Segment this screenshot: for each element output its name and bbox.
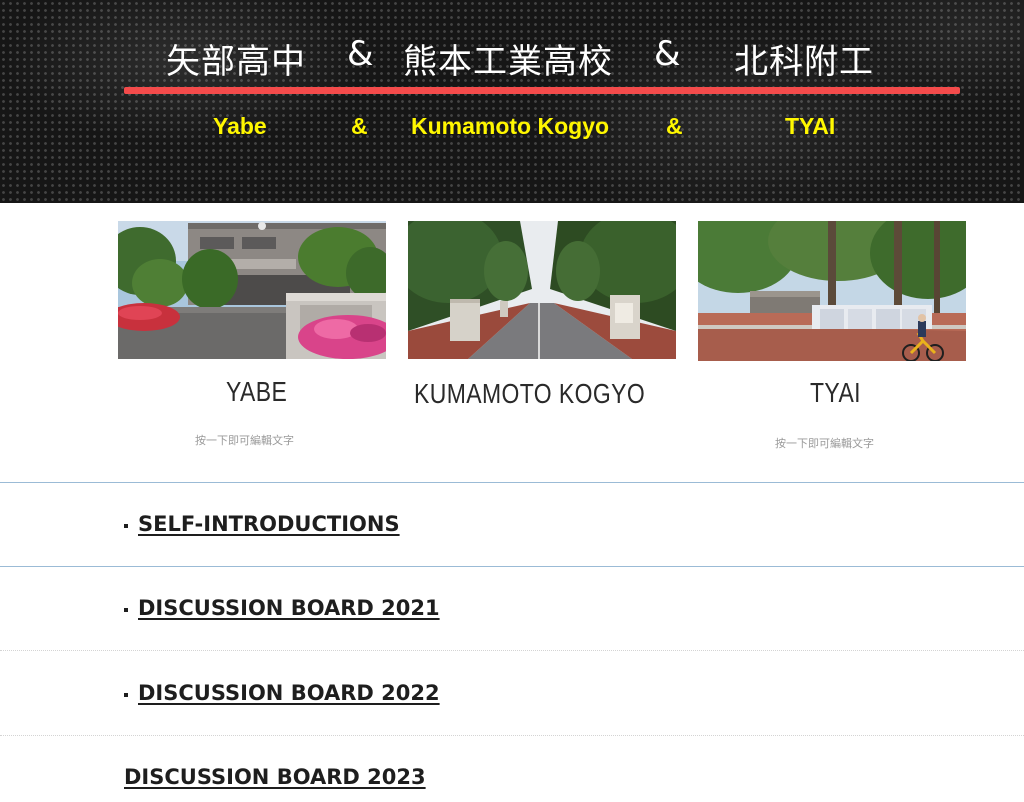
- hero-subtitle: Yabe & Kumamoto Kogyo & TYAI: [0, 113, 1024, 143]
- nav-divider: [0, 566, 1024, 567]
- nav-link-label: DISCUSSION BOARD 2021: [138, 596, 440, 620]
- school-photo-yabe[interactable]: [118, 221, 386, 359]
- hero-banner: 矢部高中 & 熊本工業高校 & 北科附工 Yabe & Kumamoto Kog…: [0, 0, 1024, 203]
- school-photo-tyai[interactable]: [698, 221, 966, 361]
- hero-title-school-3: 北科附工: [734, 42, 874, 82]
- school-card-yabe: YABE 按一下即可編輯文字: [118, 221, 386, 447]
- tyai-campus-image: [698, 221, 966, 361]
- school-card-kumamoto-kogyo: KUMAMOTO KOGYO: [408, 221, 676, 409]
- section-divider: [0, 482, 1024, 483]
- yabe-campus-image: [118, 221, 386, 359]
- hero-divider-line: [124, 87, 960, 94]
- school-name-yabe: YABE: [226, 376, 288, 407]
- nav-divider: [0, 650, 1024, 651]
- nav-link-discussion-board-2022[interactable]: DISCUSSION BOARD 2022: [124, 681, 440, 705]
- bullet-icon: [124, 524, 128, 528]
- school-note-tyai[interactable]: 按一下即可編輯文字: [775, 435, 874, 451]
- hero-subtitle-ampersand-1: &: [351, 113, 368, 139]
- hero-title-ampersand-1: &: [347, 34, 375, 74]
- hero-subtitle-school-3: TYAI: [785, 113, 836, 139]
- nav-link-label: SELF-INTRODUCTIONS: [138, 512, 400, 536]
- school-name-kumamoto-kogyo: KUMAMOTO KOGYO: [414, 378, 646, 409]
- bullet-icon: [124, 608, 128, 612]
- hero-subtitle-school-1: Yabe: [213, 113, 267, 139]
- hero-subtitle-school-2: Kumamoto Kogyo: [411, 113, 610, 139]
- hero-title-ampersand-2: &: [654, 34, 682, 74]
- nav-link-discussion-board-2021[interactable]: DISCUSSION BOARD 2021: [124, 596, 440, 620]
- hero-title: 矢部高中 & 熊本工業高校 & 北科附工: [0, 34, 1024, 82]
- school-card-tyai: TYAI 按一下即可編輯文字: [698, 221, 966, 450]
- nav-link-label: DISCUSSION BOARD 2022: [138, 681, 440, 705]
- nav-link-self-introductions[interactable]: SELF-INTRODUCTIONS: [124, 512, 400, 536]
- bullet-icon: [124, 693, 128, 697]
- nav-link-label: DISCUSSION BOARD 2023: [124, 765, 426, 789]
- nav-link-discussion-board-2023[interactable]: DISCUSSION BOARD 2023: [124, 765, 426, 789]
- hero-subtitle-ampersand-2: &: [666, 113, 683, 139]
- school-note-yabe[interactable]: 按一下即可編輯文字: [195, 432, 294, 448]
- hero-title-school-1: 矢部高中: [166, 42, 306, 82]
- kumamoto-kogyo-campus-image: [408, 221, 676, 359]
- hero-title-school-2: 熊本工業高校: [403, 42, 613, 82]
- nav-divider: [0, 735, 1024, 736]
- school-name-tyai: TYAI: [810, 377, 861, 408]
- school-photo-kumamoto-kogyo[interactable]: [408, 221, 676, 359]
